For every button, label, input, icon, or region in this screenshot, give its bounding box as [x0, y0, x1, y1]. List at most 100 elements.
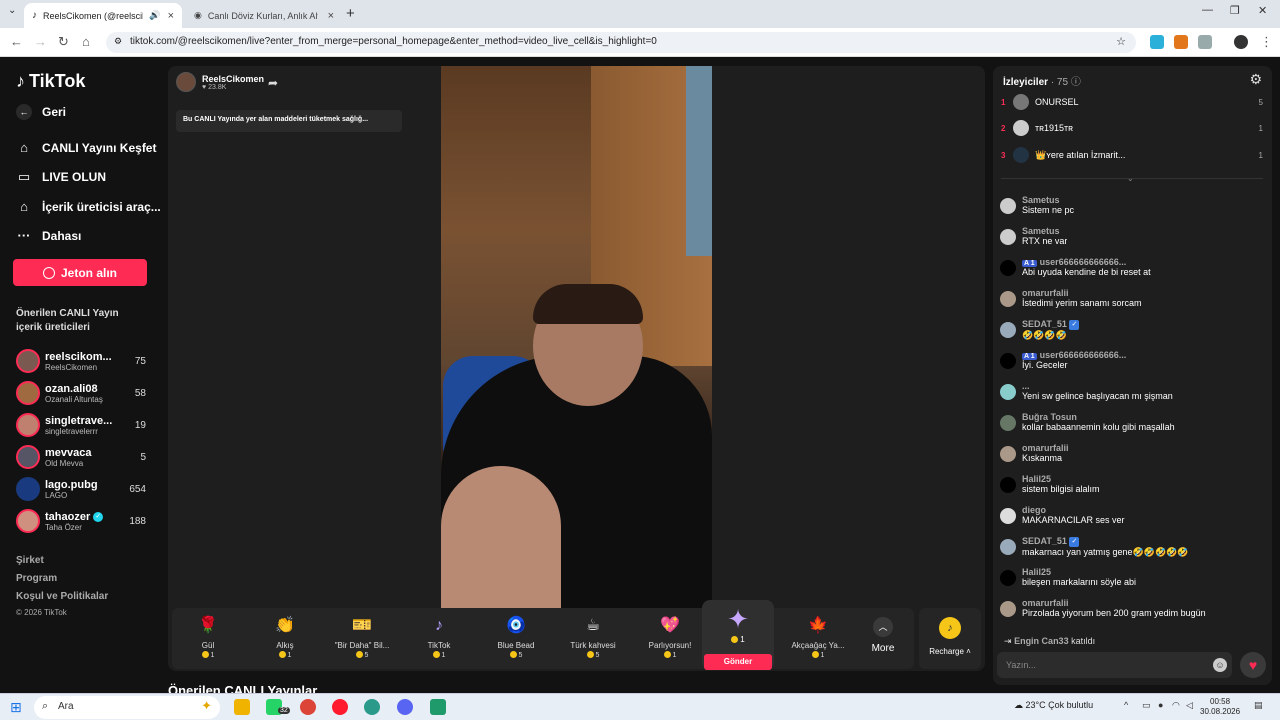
profile-avatar-icon[interactable]	[1234, 35, 1248, 49]
suggested-creator-item[interactable]: lago.pubg LAGO 654	[16, 475, 146, 503]
chat-text: Yeni sw gelince başlıyacan mı şişman	[1022, 391, 1173, 401]
send-gift-button[interactable]: Gönder	[704, 654, 772, 670]
gift-item-maple[interactable]: 🍁 Akçaağaç Ya... 1	[782, 608, 854, 669]
app-icon[interactable]	[430, 699, 446, 715]
chat-message[interactable]: SEDAT_51 ✓ 🤣🤣🤣🤣	[1000, 319, 1266, 341]
suggested-creator-item[interactable]: ozan.ali08 Ozanali Altuntaş 58	[16, 379, 146, 407]
home-icon[interactable]: ⌂	[82, 34, 90, 49]
more-gifts-button[interactable]: ︿ More	[865, 617, 901, 654]
chat-message[interactable]: SEDAT_51 ✓ makarnacı yan yatmış gene🤣🤣🤣🤣🤣	[1000, 536, 1266, 558]
chevron-up-icon: ︿	[873, 617, 893, 637]
chat-message[interactable]: Sametus Sistem ne pc	[1000, 195, 1266, 215]
system-clock[interactable]: 00:58 30.08.2026	[1200, 697, 1240, 717]
like-heart-icon[interactable]: ♥	[1240, 652, 1266, 678]
chat-message[interactable]: diego MAKARNACILAR ses ver	[1000, 505, 1266, 525]
chat-message[interactable]: A 1 user666666666666... Abi uyuda kendine …	[1000, 257, 1266, 277]
footer-terms-link[interactable]: Koşul ve Politikalar	[16, 591, 108, 602]
volume-icon[interactable]: ◁	[1186, 700, 1193, 711]
extensions-puzzle-icon[interactable]	[1198, 35, 1212, 49]
gift-item-ticket[interactable]: 🎫 "Bir Daha" Bil... 5	[326, 608, 398, 669]
top-viewer-row[interactable]: 3 👑ʏere atılan İzmarit... 1	[1001, 145, 1263, 165]
sidebar-item-creator-tools[interactable]: ⌂ İçerik üreticisi araç...	[16, 199, 161, 214]
chat-message[interactable]: omarurfalii İstedimi yerim sanamı sorcam	[1000, 288, 1266, 308]
gift-price-value: 5	[595, 652, 600, 659]
battery-icon[interactable]: ▭	[1142, 700, 1151, 711]
suggested-creator-item[interactable]: reelscikom... ReelsCikomen 75	[16, 347, 146, 375]
chat-message[interactable]: omarurfalii Kıskanma	[1000, 443, 1266, 463]
back-nav-item[interactable]: ← Geri	[16, 104, 66, 120]
weather-widget[interactable]: ☁ 23°C Çok bulutlu	[1014, 700, 1093, 711]
sidebar-item-more[interactable]: ··· Dahası	[16, 228, 82, 243]
file-explorer-icon[interactable]	[234, 699, 250, 715]
chat-message[interactable]: omarurfalii Pirzolada yiyorum ben 200 gra…	[1000, 598, 1266, 618]
chat-message[interactable]: Buğra Tosun kollar babaannemin kolu gibi …	[1000, 412, 1266, 432]
new-tab-icon[interactable]: +	[346, 5, 355, 22]
footer-company-link[interactable]: Şirket	[16, 555, 44, 566]
tab-list-icon[interactable]: ⌄	[8, 5, 16, 16]
emoji-icon[interactable]: ☺	[1213, 658, 1227, 672]
footer-program-link[interactable]: Program	[16, 573, 57, 584]
tiktok-logo[interactable]: ♪ TikTok	[16, 71, 85, 92]
settings-gear-icon[interactable]: ⚙	[1249, 71, 1262, 88]
microphone-icon[interactable]: ●	[1158, 700, 1163, 710]
close-tab-icon[interactable]: ×	[168, 10, 174, 22]
site-info-icon[interactable]: ⚙	[114, 36, 122, 47]
discord-icon[interactable]	[397, 699, 413, 715]
forward-icon[interactable]: →	[34, 34, 47, 49]
top-viewer-row[interactable]: 1 ONURSEL 5	[1001, 92, 1263, 112]
taskbar-search[interactable]: ⌕ Ara ✦	[34, 696, 220, 719]
network-icon[interactable]: ◠	[1172, 700, 1180, 711]
streamer-info[interactable]: ReelsCikomen ♥ 23.8K	[176, 72, 264, 92]
extension-icon[interactable]	[1150, 35, 1164, 49]
suggested-creator-item[interactable]: singletrave... singletravelerrr 19	[16, 411, 146, 439]
coffee-icon: ☕	[585, 617, 601, 634]
gift-item-applause[interactable]: 👏 Alkış 1	[249, 608, 321, 669]
app-icon[interactable]	[364, 699, 380, 715]
top-viewer-row[interactable]: 2 ᴛʀ1915ᴛʀ 1	[1001, 118, 1263, 138]
browser-menu-icon[interactable]: ⋮	[1260, 34, 1273, 50]
suggested-creator-item[interactable]: mevvaca Old Mevva 5	[16, 443, 146, 471]
chat-message[interactable]: A 1 user666666666666... İyi. Geceler	[1000, 350, 1266, 370]
streamer-name: ReelsCikomen	[202, 73, 265, 84]
safety-notice[interactable]: Bu CANLI Yayında yer alan maddeleri tüke…	[176, 110, 402, 132]
gift-item-rose[interactable]: 🌹 Gül 1	[172, 608, 244, 669]
sidebar-item-go-live[interactable]: ▭ LIVE OLUN	[16, 169, 106, 185]
bookmark-star-icon[interactable]: ☆	[1116, 35, 1126, 48]
chat-message[interactable]: Halil25 bileşen markalarını söyle abi	[1000, 567, 1266, 587]
sidebar-item-explore-live[interactable]: ⌂ CANLI Yayını Keşfet	[16, 140, 156, 155]
back-icon[interactable]: ←	[10, 34, 23, 49]
reload-icon[interactable]: ↻	[58, 34, 69, 50]
suggested-creator-item[interactable]: tahaozer ✓ Taha Özer 188	[16, 507, 146, 535]
minimize-icon[interactable]: —	[1202, 4, 1213, 16]
browser-tab-tiktok[interactable]: ♪ ReelsCikomen (@reelscikom 🔊 ×	[24, 3, 182, 28]
chat-message[interactable]: Sametus RTX ne var	[1000, 226, 1266, 246]
chat-message[interactable]: ... Yeni sw gelince başlıyacan mı şişman	[1000, 381, 1266, 401]
metamask-icon[interactable]	[1174, 35, 1188, 49]
audio-icon[interactable]: 🔊	[149, 10, 160, 21]
gift-item-turkish-coffee[interactable]: ☕ Türk kahvesi 5	[557, 608, 629, 669]
restore-icon[interactable]: ❐	[1230, 4, 1240, 17]
chat-message[interactable]: Halil25 sistem bilgisi alalım	[1000, 474, 1266, 494]
windows-start-icon[interactable]: ⊞	[10, 699, 22, 716]
recharge-button[interactable]: ♪ Recharge ˄	[919, 608, 981, 669]
close-window-icon[interactable]: ✕	[1258, 4, 1267, 17]
chat-input[interactable]: Yazın...	[997, 652, 1232, 678]
close-tab-icon[interactable]: ×	[328, 10, 334, 22]
gift-item-tiktok[interactable]: ♪ TikTok 1	[403, 608, 475, 669]
viewers-header[interactable]: İzleyiciler · 75 ⓘ	[1003, 73, 1081, 88]
notifications-icon[interactable]: ▤	[1254, 700, 1263, 711]
url-bar[interactable]: ⚙ tiktok.com/@reelscikomen/live?enter_fr…	[106, 32, 1136, 53]
opera-icon[interactable]	[332, 699, 348, 715]
chevron-down-icon[interactable]: ⌄	[1127, 174, 1134, 183]
live-video[interactable]	[441, 66, 712, 608]
gift-item-shining[interactable]: 💖 Parlıyorsun! 1	[634, 608, 706, 669]
browser-tab-doviz[interactable]: ◉ Canlı Döviz Kurları, Anlık Altın F ×	[186, 3, 342, 28]
get-coins-button[interactable]: Jeton alın	[13, 259, 147, 286]
share-icon[interactable]: ➦	[268, 76, 278, 90]
streamer-avatar[interactable]	[176, 72, 196, 92]
gift-item-blue-bead[interactable]: 🧿 Blue Bead 5	[480, 608, 552, 669]
coin-icon	[432, 651, 440, 658]
tray-chevron-icon[interactable]: ^	[1124, 700, 1128, 710]
featured-gift[interactable]: ✦ 1 Gönder	[702, 600, 774, 670]
chrome-icon[interactable]	[300, 699, 316, 715]
